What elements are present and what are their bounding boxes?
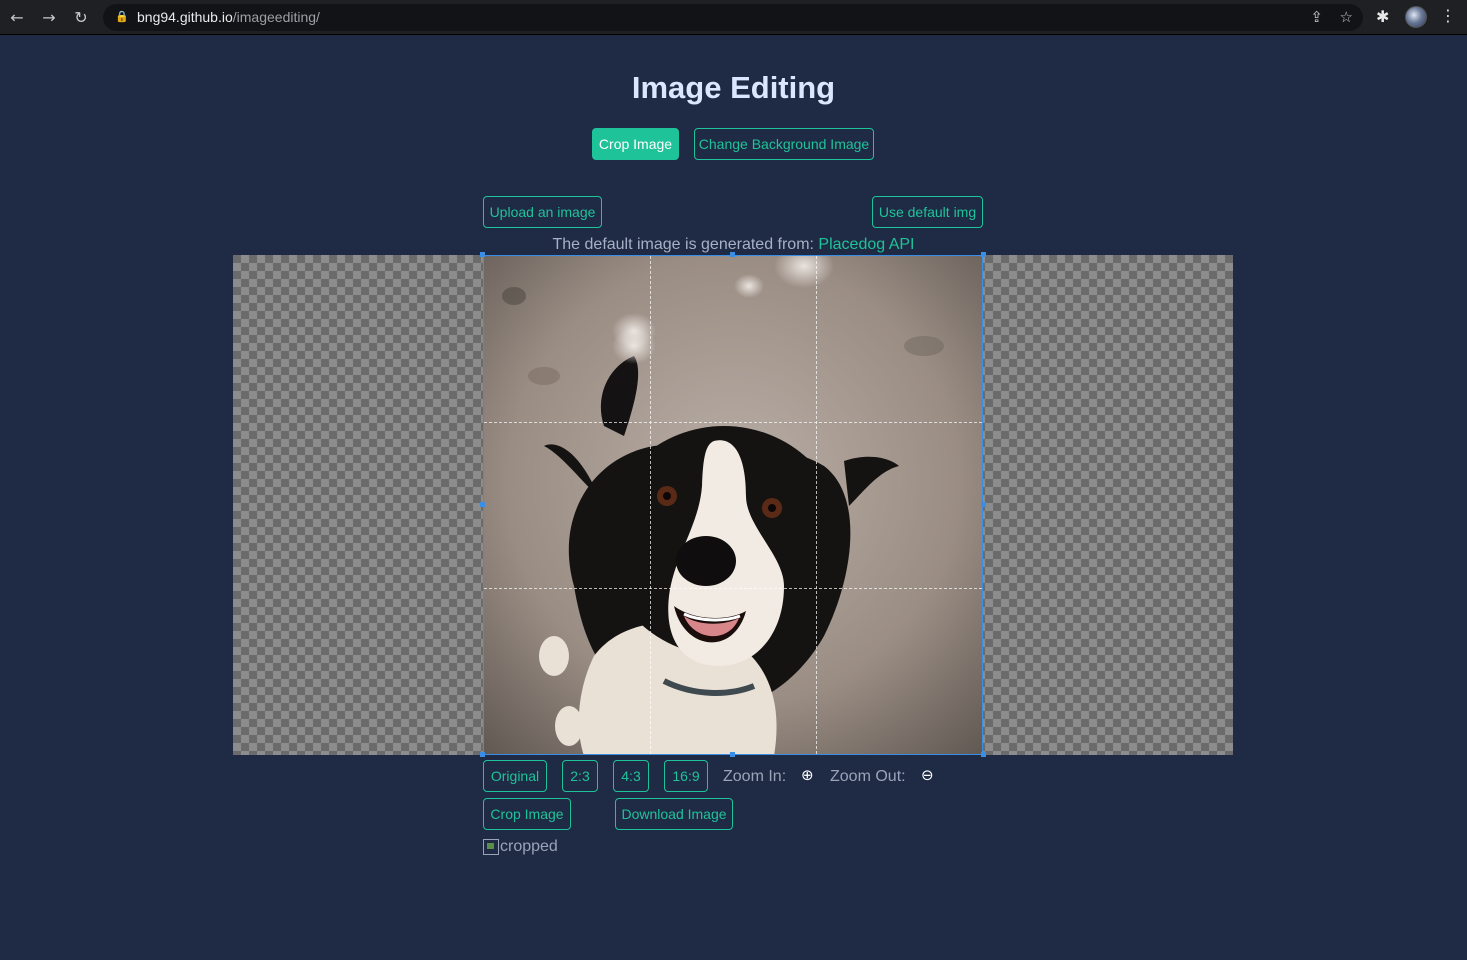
share-icon[interactable]: ⇪ [1310, 8, 1323, 26]
ratio-4-3-button[interactable]: 4:3 [613, 760, 649, 792]
upload-image-button[interactable]: Upload an image [483, 196, 602, 228]
crop-handle-se[interactable] [981, 752, 986, 757]
ratio-2-3-button[interactable]: 2:3 [562, 760, 598, 792]
profile-avatar[interactable] [1405, 6, 1427, 28]
ratio-16-9-button[interactable]: 16:9 [664, 760, 708, 792]
cropper-canvas[interactable] [233, 252, 1233, 757]
browser-toolbar: ← → ↻ 🔒 bng94.github.io/imageediting/ ⇪ … [0, 0, 1467, 35]
crop-handle-sw[interactable] [480, 752, 485, 757]
broken-image-icon [483, 839, 499, 855]
crop-box[interactable] [483, 255, 983, 755]
download-image-button[interactable]: Download Image [615, 798, 733, 830]
ratio-original-button[interactable]: Original [483, 760, 547, 792]
crop-handle-n[interactable] [730, 252, 735, 257]
url-host: bng94.github.io [137, 9, 233, 25]
crop-grid-line [484, 422, 982, 423]
tab-change-background[interactable]: Change Background Image [694, 128, 874, 160]
use-default-img-button[interactable]: Use default img [872, 196, 983, 228]
crop-grid-line [484, 588, 982, 589]
back-arrow-icon[interactable]: ← [6, 6, 28, 28]
crop-handle-nw[interactable] [480, 252, 485, 257]
crop-handle-s[interactable] [730, 752, 735, 757]
zoom-out-label: Zoom Out: [830, 768, 906, 785]
browser-menu-icon[interactable]: ⋮ [1440, 6, 1456, 25]
bookmark-star-icon[interactable]: ☆ [1340, 8, 1353, 26]
crop-handle-e[interactable] [981, 502, 986, 507]
zoom-out-icon[interactable]: ⊖ [921, 766, 934, 784]
url-text[interactable]: bng94.github.io/imageediting/ [137, 9, 320, 25]
dog-photo [484, 256, 982, 754]
zoom-in-label: Zoom In: [723, 768, 787, 785]
crop-image-button[interactable]: Crop Image [483, 798, 571, 830]
cropped-alt-text: cropped [500, 838, 558, 855]
address-bar[interactable]: 🔒 bng94.github.io/imageediting/ ⇪ ☆ [103, 4, 1363, 31]
forward-arrow-icon[interactable]: → [38, 6, 60, 28]
crop-handle-w[interactable] [480, 502, 485, 507]
placedog-api-link[interactable]: Placedog API [818, 236, 914, 253]
crop-grid-line [816, 256, 817, 754]
reload-icon[interactable]: ↻ [70, 6, 92, 28]
page-title: Image Editing [631, 70, 836, 105]
crop-grid-line [650, 256, 651, 754]
extensions-puzzle-icon[interactable]: ✱ [1376, 7, 1389, 26]
url-path: /imageediting/ [232, 9, 320, 25]
credit-label: The default image is generated from: [552, 236, 819, 253]
crop-handle-ne[interactable] [981, 252, 986, 257]
zoom-in-icon[interactable]: ⊕ [801, 766, 814, 784]
lock-icon[interactable]: 🔒 [115, 10, 129, 24]
tab-crop-image[interactable]: Crop Image [592, 128, 679, 160]
cropped-image-placeholder: cropped [483, 838, 558, 856]
